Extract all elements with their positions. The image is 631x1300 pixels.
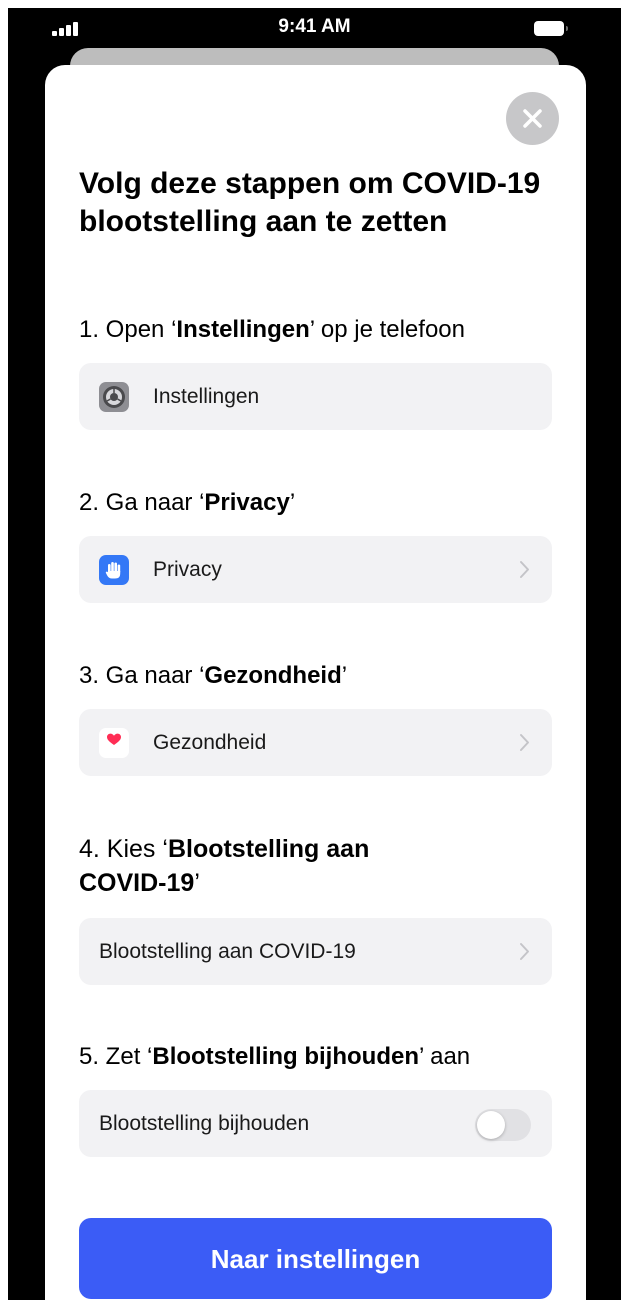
covid-exposure-row[interactable]: Blootstelling aan COVID-19 xyxy=(79,918,552,985)
privacy-row-label: Privacy xyxy=(153,558,222,581)
settings-row-label: Instellingen xyxy=(153,385,260,408)
settings-row[interactable]: Instellingen xyxy=(79,363,552,430)
step-3-title: 3. Ga naar ‘Gezondheid’ xyxy=(79,662,348,689)
chevron-right-icon xyxy=(520,734,529,751)
close-icon xyxy=(523,109,542,128)
step-2-title: 2. Ga naar ‘Privacy’ xyxy=(79,489,296,516)
health-row-label: Gezondheid xyxy=(153,731,267,754)
step-1-title: 1. Open ‘Instellingen’ op je telefoon xyxy=(79,316,465,343)
health-heart-icon xyxy=(99,728,129,758)
health-row[interactable]: Gezondheid xyxy=(79,709,552,776)
sheet-title: Volg deze stappen om COVID-19 blootstell… xyxy=(79,167,541,238)
status-bar: 9:41 AM xyxy=(8,8,621,44)
open-settings-button[interactable]: Naar instellingen xyxy=(79,1218,552,1299)
privacy-hand-icon xyxy=(99,555,129,585)
chevron-right-icon xyxy=(520,943,529,960)
phone-screen: 9:41 AM Volg deze stappen om COVID-19 bl… xyxy=(8,8,621,1300)
settings-gear-icon xyxy=(99,382,129,412)
toggle-knob xyxy=(477,1111,505,1139)
instructions-sheet: Volg deze stappen om COVID-19 blootstell… xyxy=(45,65,586,1300)
status-time: 9:41 AM xyxy=(278,16,351,37)
privacy-row[interactable]: Privacy xyxy=(79,536,552,603)
exposure-logging-row-label: Blootstelling bijhouden xyxy=(99,1112,310,1135)
exposure-logging-toggle[interactable] xyxy=(475,1109,531,1141)
covid-exposure-row-label: Blootstelling aan COVID-19 xyxy=(99,940,356,963)
step-4-title: 4. Kies ‘Blootstelling aan COVID-19’ xyxy=(79,835,370,897)
exposure-logging-row: Blootstelling bijhouden xyxy=(79,1090,552,1157)
step-5-title: 5. Zet ‘Blootstelling bijhouden’ aan xyxy=(79,1043,471,1070)
close-button[interactable] xyxy=(506,92,559,145)
battery-icon xyxy=(534,21,568,36)
chevron-right-icon xyxy=(520,561,529,578)
